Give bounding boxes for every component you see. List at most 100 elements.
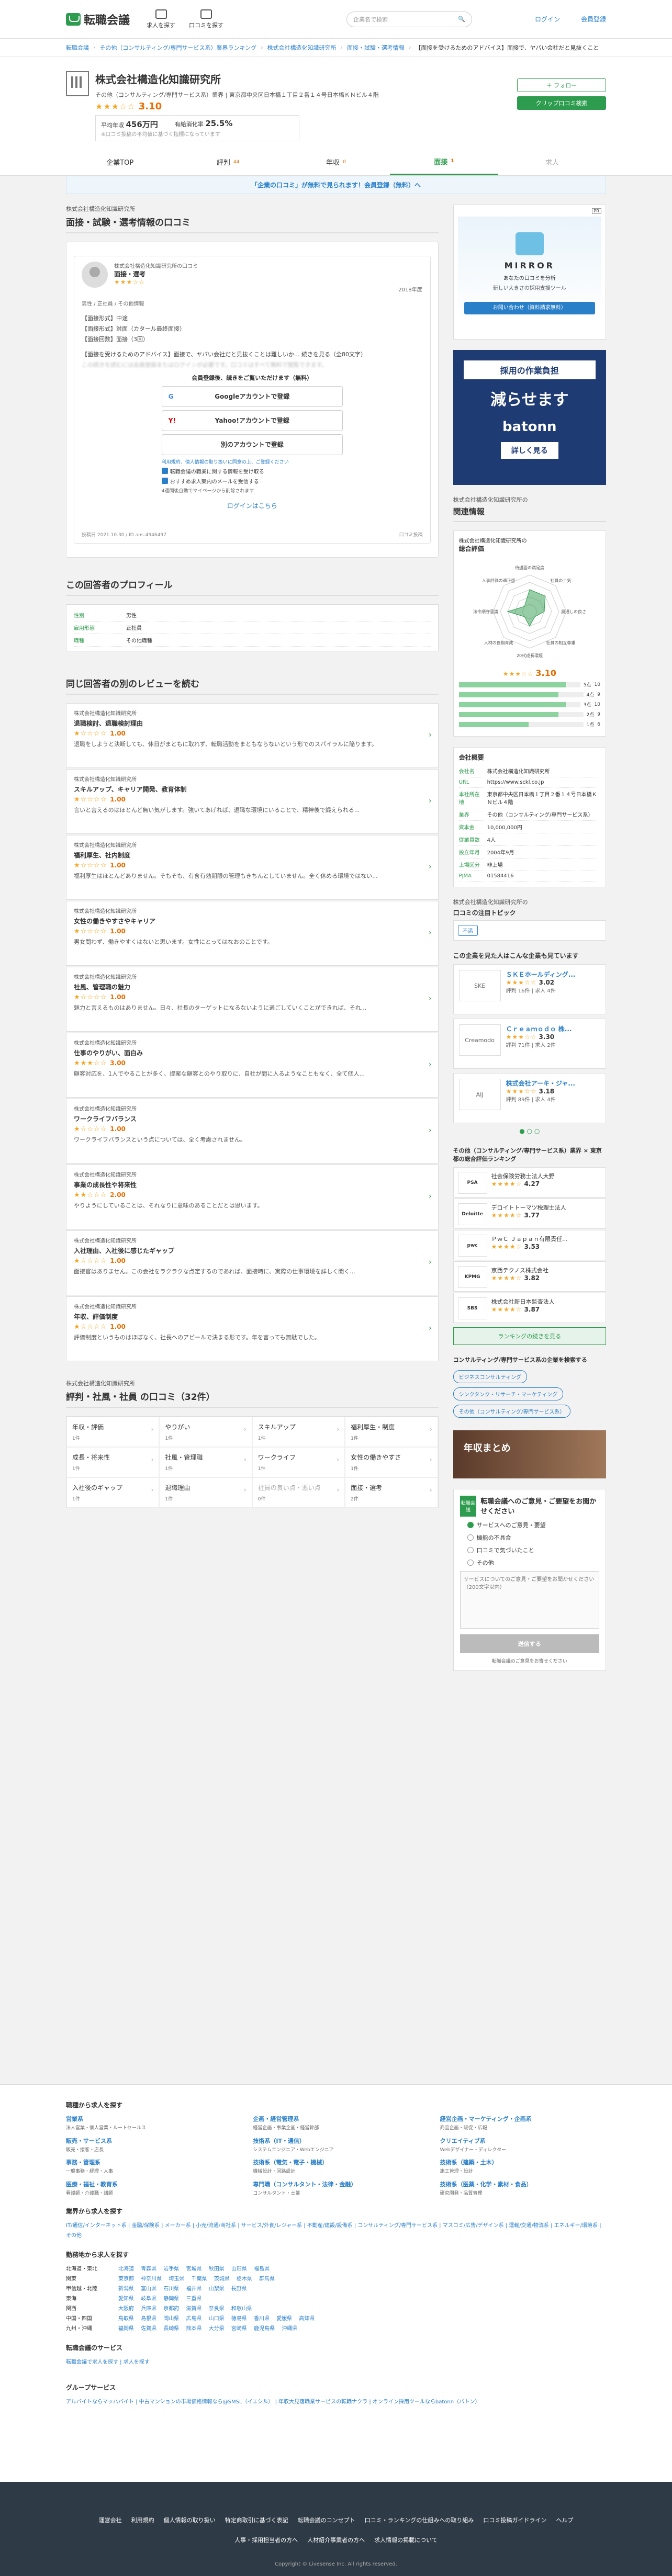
ad-more-button[interactable]: 詳しく見る bbox=[500, 442, 558, 459]
other-review-item[interactable]: 株式会社構造化知識研究所 年収、評価制度 ★☆☆☆☆ 1.00 評価制度というものはほぼ… bbox=[66, 1296, 439, 1361]
similar-company-name[interactable]: Ｃｒｅａｍｏｄｏ 株... bbox=[506, 1024, 572, 1033]
other-review-item[interactable]: 株式会社構造化知識研究所 女性の働きやすさやキャリア ★☆☆☆☆ 1.00 男女問わず、… bbox=[66, 900, 439, 966]
category-item[interactable]: 女性の働きやすさ 1件 › bbox=[345, 1447, 438, 1477]
ranking-more-button[interactable]: ランキングの続きを見る bbox=[453, 1327, 606, 1345]
category-item[interactable]: 成長・将来性 1件 › bbox=[66, 1447, 160, 1477]
category-item[interactable]: 社員の良い点・悪い点 0件 › bbox=[252, 1477, 345, 1508]
feedback-option[interactable]: その他 bbox=[467, 1558, 599, 1567]
ranking-company-name[interactable]: デロイトトーマツ税理士法人 bbox=[491, 1203, 566, 1212]
salary-summary-banner[interactable]: 年収まとめ bbox=[453, 1430, 606, 1478]
ranking-item[interactable]: pwc ＰｗＣ Ｊａｐａｎ有限責任... ★★★★☆ 3.53 bbox=[453, 1230, 606, 1260]
footer-job-heading[interactable]: 技術系（医薬・化学・素材・食品） bbox=[440, 2180, 606, 2188]
agree-text[interactable]: 利用規約、個人情報の取り扱いに同意の上、ご登録ください bbox=[162, 458, 343, 465]
tab-top[interactable]: 企業TOP bbox=[66, 149, 174, 175]
breadcrumb-item[interactable]: 転職会議 bbox=[66, 43, 89, 52]
footer-link[interactable]: 人材紹介事業者の方へ bbox=[307, 2535, 365, 2546]
other-review-item[interactable]: 株式会社構造化知識研究所 スキルアップ、キャリア開発、教育体制 ★☆☆☆☆ 1.00 言… bbox=[66, 769, 439, 834]
ranking-item[interactable]: Deloitte デロイトトーマツ税理士法人 ★★★★☆ 3.77 bbox=[453, 1199, 606, 1229]
footer-pref-links[interactable]: 東京都 神奈川県 埼玉県 千葉県 茨城県 栃木県 群馬県 bbox=[118, 2274, 606, 2284]
footer-job-heading[interactable]: 営業系 bbox=[66, 2115, 232, 2123]
category-item[interactable]: 年収・評価 1件 › bbox=[66, 1416, 160, 1447]
feedback-option[interactable]: サービスへのご意見・要望 bbox=[467, 1521, 599, 1529]
other-review-item[interactable]: 株式会社構造化知識研究所 事業の成長性や将来性 ★★☆☆☆ 2.00 やりようにしている… bbox=[66, 1164, 439, 1229]
similar-company-name[interactable]: ＳＫＥホールディング... bbox=[506, 970, 576, 979]
category-item[interactable]: 社風・管理職 1件 › bbox=[159, 1447, 252, 1477]
tab-jobs[interactable]: 求人 bbox=[498, 149, 606, 175]
similar-company[interactable]: Creamodo Ｃｒｅａｍｏｄｏ 株... ★★★☆☆ 3.30 評判 71件 | … bbox=[453, 1019, 606, 1069]
footer-link[interactable]: 利用規約 bbox=[131, 2515, 154, 2526]
other-review-item[interactable]: 株式会社構造化知識研究所 退職検討、退職検討理由 ★☆☆☆☆ 1.00 退職をしようと決… bbox=[66, 703, 439, 768]
search-icon[interactable]: 🔍 bbox=[458, 16, 465, 22]
footer-job-heading[interactable]: 専門職（コンサルタント・法律・金融） bbox=[253, 2180, 419, 2188]
company-search-input[interactable]: 企業名で検索 🔍 bbox=[346, 11, 472, 27]
checkbox-info[interactable]: 転職会議の職業に関する情報を受け取る bbox=[161, 467, 343, 475]
footer-link[interactable]: 口コミ・ランキングの仕組みへの取り組み bbox=[365, 2515, 474, 2526]
category-item[interactable]: 福利厚生・制度 1件 › bbox=[345, 1416, 438, 1447]
tab-reputation[interactable]: 評判 44 bbox=[174, 149, 282, 175]
ad-button[interactable]: お問い合わせ（資料請求無料） bbox=[464, 302, 595, 314]
other-review-item[interactable]: 株式会社構造化知識研究所 入社理由、入社後に感じたギャップ ★☆☆☆☆ 1.00 面接官… bbox=[66, 1230, 439, 1295]
footer-job-heading[interactable]: 企画・経営管理系 bbox=[253, 2115, 419, 2123]
nav-jobs[interactable]: 求人を探す bbox=[147, 9, 175, 29]
footer-link[interactable]: 個人情報の取り扱い bbox=[164, 2515, 216, 2526]
free-notice-banner[interactable]: 「企業の口コミ」が無料で見られます！会員登録（無料）へ bbox=[66, 176, 606, 194]
feedback-submit-button[interactable]: 送信する bbox=[460, 1634, 599, 1653]
site-logo[interactable]: 転職会議 bbox=[66, 11, 130, 28]
footer-link[interactable]: 特定商取引に基づく表記 bbox=[225, 2515, 288, 2526]
topic-tag[interactable]: 不満 bbox=[457, 925, 478, 936]
similar-company-name[interactable]: 株式会社アーキ・ジャ... bbox=[506, 1079, 575, 1088]
register-link[interactable]: 会員登録 bbox=[581, 15, 606, 24]
yahoo-signup-button[interactable]: Y! Yahoo!アカウントで登録 bbox=[161, 410, 343, 431]
other-review-item[interactable]: 株式会社構造化知識研究所 ワークライフバランス ★☆☆☆☆ 1.00 ワークライフバラン… bbox=[66, 1098, 439, 1163]
footer-link[interactable]: ヘルプ bbox=[556, 2515, 573, 2526]
footer-job-heading[interactable]: 技術系（電気・電子・機械） bbox=[253, 2158, 419, 2166]
login-here-link[interactable]: ログインはこちら bbox=[82, 501, 423, 510]
breadcrumb-item[interactable]: 株式会社構造化知識研究所 bbox=[267, 43, 337, 52]
ranking-company-name[interactable]: 株式会社新日本監査法人 bbox=[491, 1297, 555, 1306]
footer-link[interactable]: 求人情報の掲載について bbox=[374, 2535, 438, 2546]
other-review-item[interactable]: 株式会社構造化知識研究所 社風、管理職の魅力 ★☆☆☆☆ 1.00 魅力と言えるものはあ… bbox=[66, 966, 439, 1032]
checkbox-mail[interactable]: おすすめ求人案内のメールを受信する bbox=[161, 477, 343, 485]
other-signup-button[interactable]: 別のアカウントで登録 bbox=[161, 434, 343, 455]
footer-job-heading[interactable]: クリエイティブ系 bbox=[440, 2137, 606, 2145]
similar-company[interactable]: SKE ＳＫＥホールディング... ★★★☆☆ 3.02 評判 16件 | 求人 4件 bbox=[453, 964, 606, 1014]
login-link[interactable]: ログイン bbox=[535, 15, 560, 24]
clip-button[interactable]: クリップ口コミ検索 bbox=[517, 96, 606, 110]
feedback-option[interactable]: 口コミで気づいたこと bbox=[467, 1546, 599, 1554]
batonn-ad[interactable]: 採用の作業負担 減らせます batonn 詳しく見る bbox=[453, 350, 606, 485]
category-item[interactable]: 入社後のギャップ 1件 › bbox=[66, 1477, 160, 1508]
breadcrumb-item[interactable]: 面接・試験・選考情報 bbox=[347, 43, 405, 52]
category-item[interactable]: スキルアップ 1件 › bbox=[252, 1416, 345, 1447]
ranking-item[interactable]: KPMG 京西テクノス株式会社 ★★★★☆ 3.82 bbox=[453, 1261, 606, 1292]
similar-company[interactable]: AIJ 株式会社アーキ・ジャ... ★★★☆☆ 3.18 評判 89件 | 求人 4件 bbox=[453, 1073, 606, 1123]
footer-job-heading[interactable]: 販売・サービス系 bbox=[66, 2137, 232, 2145]
google-signup-button[interactable]: G Googleアカウントで登録 bbox=[161, 386, 343, 407]
post-review-link[interactable]: 口コミ投稿 bbox=[399, 531, 423, 538]
tab-salary[interactable]: 年収 0 bbox=[282, 149, 390, 175]
footer-link[interactable]: 転職会議のコンセプト bbox=[298, 2515, 355, 2526]
mirror-ad[interactable]: PR MIRROR あなたの口コミを分析 新しい大きさの採用支援ツール お問い合… bbox=[453, 205, 606, 340]
footer-group-links[interactable]: アルバイトならマッハバイト | 中古マンションの市場価格情報なら@SMSL（イエ… bbox=[66, 2397, 606, 2407]
category-item[interactable]: 面接・選考 2件 › bbox=[345, 1477, 438, 1508]
footer-link[interactable]: 口コミ投稿ガイドライン bbox=[483, 2515, 546, 2526]
ranking-item[interactable]: SBS 株式会社新日本監査法人 ★★★★☆ 3.87 bbox=[453, 1293, 606, 1323]
footer-pref-links[interactable]: 鳥取県 島根県 岡山県 広島県 山口県 徳島県 香川県 愛媛県 高知県 bbox=[118, 2314, 606, 2324]
industry-tag[interactable]: ビジネスコンサルティング bbox=[453, 1370, 527, 1383]
footer-job-heading[interactable]: 医療・福祉・教育系 bbox=[66, 2180, 232, 2188]
footer-link[interactable]: 人事・採用担当者の方へ bbox=[234, 2535, 298, 2546]
ranking-company-name[interactable]: ＰｗＣ Ｊａｐａｎ有限責任... bbox=[491, 1235, 568, 1243]
footer-pref-links[interactable]: 大阪府 兵庫県 京都府 滋賀県 奈良県 和歌山県 bbox=[118, 2304, 606, 2314]
ranking-item[interactable]: PSA 社会保険労務士法人大野 ★★★★☆ 4.27 bbox=[453, 1167, 606, 1197]
footer-industry-links[interactable]: IT/通信/インターネット系 | 金融/保険系 | メーカー系 | 小売/流通/… bbox=[66, 2221, 606, 2241]
footer-job-heading[interactable]: 事務・管理系 bbox=[66, 2158, 232, 2166]
other-review-item[interactable]: 株式会社構造化知識研究所 福利厚生、社内制度 ★☆☆☆☆ 1.00 福利厚生はほとんどあ… bbox=[66, 834, 439, 900]
footer-pref-links[interactable]: 新潟県 富山県 石川県 福井県 山梨県 長野県 bbox=[118, 2284, 606, 2294]
feedback-textarea[interactable] bbox=[460, 1571, 599, 1629]
footer-pref-links[interactable]: 北海道 青森県 岩手県 宮城県 秋田県 山形県 福島県 bbox=[118, 2264, 606, 2274]
footer-pref-links[interactable]: 愛知県 岐阜県 静岡県 三重県 bbox=[118, 2294, 606, 2304]
category-item[interactable]: ワークライフ 1件 › bbox=[252, 1447, 345, 1477]
tab-interview[interactable]: 面接 1 bbox=[390, 149, 498, 175]
footer-service-links[interactable]: 転職会議で求人を探す | 求人を探す bbox=[66, 2357, 606, 2367]
ranking-company-name[interactable]: 京西テクノス株式会社 bbox=[491, 1266, 548, 1274]
nav-reviews[interactable]: 口コミを探す bbox=[189, 9, 223, 29]
